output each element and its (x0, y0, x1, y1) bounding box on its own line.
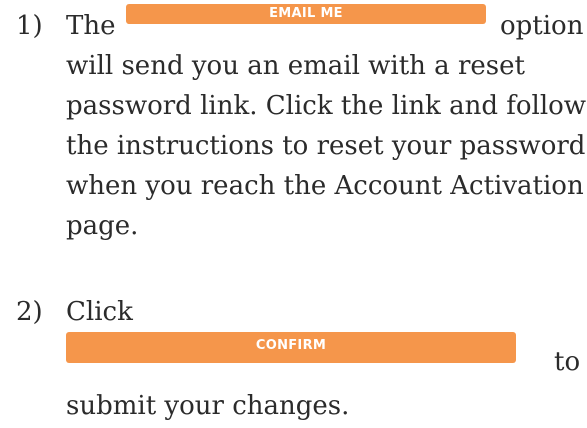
step-2-number: 2) (16, 297, 43, 327)
step-2-after-text: to (554, 347, 581, 377)
step-2-first-line: Click (66, 297, 133, 327)
step-1-line-3: password link. Click the link and follow (66, 91, 587, 121)
step-2: 2) Click CONFIRM to submit your changes. (8, 292, 580, 428)
step-1-number: 1) (16, 11, 43, 41)
step-2-body: Click CONFIRM to submit your changes. (66, 292, 581, 428)
step-1-after-text: option (500, 11, 584, 41)
step-1: 1) The EMAIL ME option will send you an … (8, 4, 587, 276)
step-1-line-6: page. (66, 211, 139, 241)
step-1-line-2: will send you an email with a reset (66, 51, 525, 81)
step-2-last-line: submit your changes. (66, 391, 350, 421)
step-1-before-text: The (66, 11, 116, 41)
step-1-line-5: when you reach the Account Activation (66, 171, 584, 201)
step-1-body: The EMAIL ME option will send you an ema… (66, 4, 587, 246)
confirm-button[interactable]: CONFIRM (66, 332, 516, 363)
step-1-first-line: The EMAIL ME option (66, 4, 584, 46)
step-1-line-4: the instructions to reset your password (66, 131, 586, 161)
email-me-button[interactable]: EMAIL ME (126, 4, 486, 24)
